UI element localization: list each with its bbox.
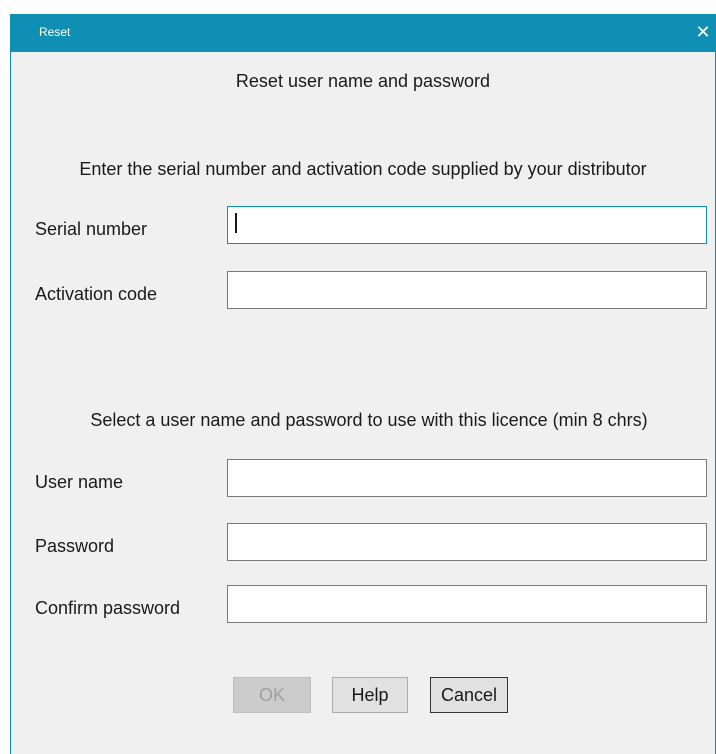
user-name-input[interactable] [227, 459, 707, 497]
window-title: Reset [39, 25, 71, 39]
password-input[interactable] [227, 523, 707, 561]
close-icon[interactable]: ✕ [693, 17, 713, 47]
activation-code-label: Activation code [35, 284, 158, 304]
ok-button[interactable]: OK [233, 677, 311, 713]
serial-number-input[interactable] [227, 206, 707, 244]
activation-code-input[interactable] [227, 271, 707, 309]
user-instruction: Select a user name and password to use w… [90, 410, 648, 430]
title-bar[interactable]: Reset ✕ [11, 14, 715, 52]
reset-dialog: Reset ✕ Reset user name and password Ent… [10, 14, 716, 754]
help-button[interactable]: Help [332, 677, 408, 713]
text-caret [235, 213, 237, 233]
confirm-password-label: Confirm password [35, 598, 181, 618]
serial-instruction: Enter the serial number and activation c… [79, 159, 647, 179]
cancel-button[interactable]: Cancel [430, 677, 508, 713]
dialog-heading: Reset user name and password [235, 71, 491, 91]
serial-number-label: Serial number [35, 219, 148, 239]
confirm-password-input[interactable] [227, 585, 707, 623]
password-label: Password [35, 536, 115, 556]
user-name-label: User name [35, 472, 124, 492]
